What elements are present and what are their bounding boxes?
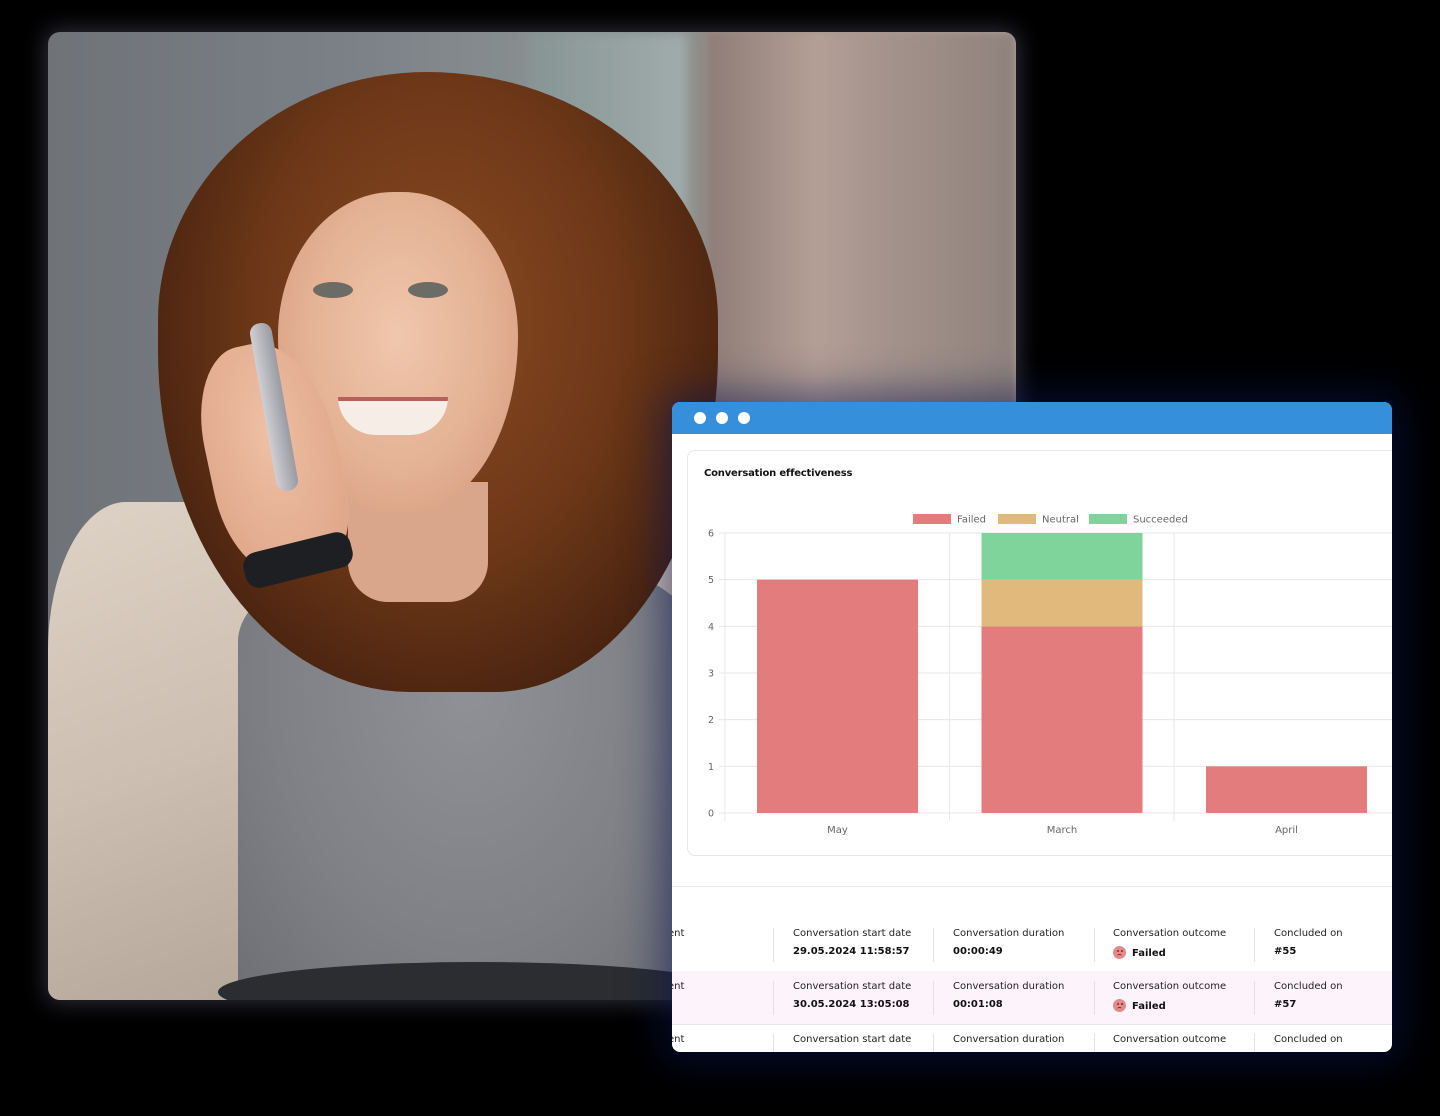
column-separator <box>1254 928 1255 962</box>
bar-failed-march <box>981 626 1143 813</box>
y-tick-label: 2 <box>708 715 714 726</box>
cell-label: ent <box>672 981 685 992</box>
y-tick-label: 6 <box>708 529 714 540</box>
legend-label-succeeded: Succeeded <box>1133 515 1188 526</box>
cell-value-text: 29.05.2024 11:58:57 <box>793 946 910 957</box>
dashboard-window: Conversation effectiveness 0 1 2 3 4 5 6 May Mar… <box>672 402 1392 1052</box>
legend-swatch-failed <box>913 514 951 524</box>
y-tick-label: 4 <box>708 622 714 633</box>
cell-value: 30.05.2024 13:05:08 <box>793 999 910 1010</box>
y-tick-label: 5 <box>708 575 714 586</box>
cell-value: Failed <box>1113 946 1166 959</box>
cell-value-text: 30.05.2024 13:05:08 <box>793 999 910 1010</box>
table-cell: Conversation start date 29.05.2024 11:58:… <box>773 918 933 971</box>
legend-label-failed: Failed <box>957 515 986 526</box>
column-separator <box>933 1034 934 1052</box>
table-row[interactable]: ent Conversation start date Conversation d… <box>672 1024 1392 1052</box>
bar-succeeded-march <box>981 533 1143 580</box>
column-separator <box>933 981 934 1015</box>
cell-label: Conversation duration <box>953 928 1065 939</box>
cell-label: ent <box>672 928 685 939</box>
cell-value: #57 <box>1274 999 1296 1010</box>
cell-value: #55 <box>1274 946 1296 957</box>
cell-label: ent <box>672 1034 685 1045</box>
photo-eye-right <box>408 282 448 298</box>
cell-value-text: Failed <box>1132 948 1166 959</box>
table-cell: Conversation duration 00:00:49 <box>933 918 1093 971</box>
table-cell: Concluded on #55 <box>1254 918 1392 971</box>
window-dot-icon[interactable] <box>716 412 728 424</box>
cell-label: Conversation outcome <box>1113 1034 1227 1045</box>
cell-value: 00:01:08 <box>953 999 1003 1010</box>
bar-failed-may <box>757 579 918 813</box>
window-dot-icon[interactable] <box>694 412 706 424</box>
column-separator <box>1094 928 1095 962</box>
cell-label: Conversation start date <box>793 1034 912 1045</box>
section-divider <box>672 886 1392 887</box>
column-separator <box>933 928 934 962</box>
cell-value-text: 00:01:08 <box>953 999 1003 1010</box>
x-tick-label: March <box>1047 825 1077 836</box>
table-row[interactable]: ent Conversation start date 29.05.2024 11:… <box>672 918 1392 972</box>
table-cell: Concluded on #57 <box>1254 971 1392 1024</box>
window-dot-icon[interactable] <box>738 412 750 424</box>
y-tick-label: 0 <box>708 809 714 820</box>
y-tick-label: 3 <box>708 669 714 680</box>
legend-swatch-neutral <box>998 514 1036 524</box>
conversation-effectiveness-panel: Conversation effectiveness 0 1 2 3 4 5 6 May Mar… <box>687 450 1392 856</box>
legend-swatch-succeeded <box>1089 514 1127 524</box>
column-separator <box>1254 981 1255 1015</box>
table-cell: Concluded on <box>1254 1024 1392 1052</box>
x-tick-label: April <box>1275 825 1298 836</box>
cell-value-text: Failed <box>1132 1001 1166 1012</box>
table-cell: Conversation outcome Failed <box>1094 918 1254 971</box>
table-cell: Conversation start date 30.05.2024 13:05:… <box>773 971 933 1024</box>
column-separator <box>1254 1034 1255 1052</box>
cell-value: 00:00:49 <box>953 946 1003 957</box>
column-separator <box>773 1034 774 1052</box>
table-cell: Conversation duration 00:01:08 <box>933 971 1093 1024</box>
cell-label: Concluded on <box>1274 1034 1343 1045</box>
column-separator <box>1094 1034 1095 1052</box>
bar-neutral-march <box>981 579 1143 627</box>
cell-value: 29.05.2024 11:58:57 <box>793 946 910 957</box>
legend-label-neutral: Neutral <box>1042 515 1079 526</box>
cell-label: Conversation duration <box>953 1034 1065 1045</box>
cell-value: Failed <box>1113 999 1166 1012</box>
cell-label: Conversation outcome <box>1113 981 1227 992</box>
bar-failed-april <box>1206 766 1367 813</box>
column-separator <box>773 981 774 1015</box>
cell-value-text: #55 <box>1274 946 1297 957</box>
photo-eye-left <box>313 282 353 298</box>
cell-label: Conversation start date <box>793 981 912 992</box>
table-cell: Conversation outcome Failed <box>1094 971 1254 1024</box>
table-cell: Conversation outcome <box>1094 1024 1254 1052</box>
column-separator <box>773 928 774 962</box>
cell-label: Conversation start date <box>793 928 912 939</box>
cell-value-text: 00:00:49 <box>953 946 1003 957</box>
sad-face-icon <box>1113 999 1126 1012</box>
cell-label: Concluded on <box>1274 928 1343 939</box>
sad-face-icon <box>1113 946 1126 959</box>
cell-label: Conversation outcome <box>1113 928 1227 939</box>
cell-value-text: #57 <box>1274 999 1297 1010</box>
x-tick-label: May <box>827 825 848 836</box>
cell-label: Conversation duration <box>953 981 1065 992</box>
column-separator <box>1094 981 1095 1015</box>
table-cell: Conversation start date <box>773 1024 933 1052</box>
stacked-bar-chart: 0 1 2 3 4 5 6 May March April Failed Neutral Succeed… <box>708 514 1392 836</box>
y-tick-label: 1 <box>708 762 714 773</box>
window-titlebar <box>672 402 1392 434</box>
table-row[interactable]: ent Conversation start date 30.05.2024 13:… <box>672 971 1392 1025</box>
table-cell: Conversation duration <box>933 1024 1093 1052</box>
cell-label: Concluded on <box>1274 981 1343 992</box>
